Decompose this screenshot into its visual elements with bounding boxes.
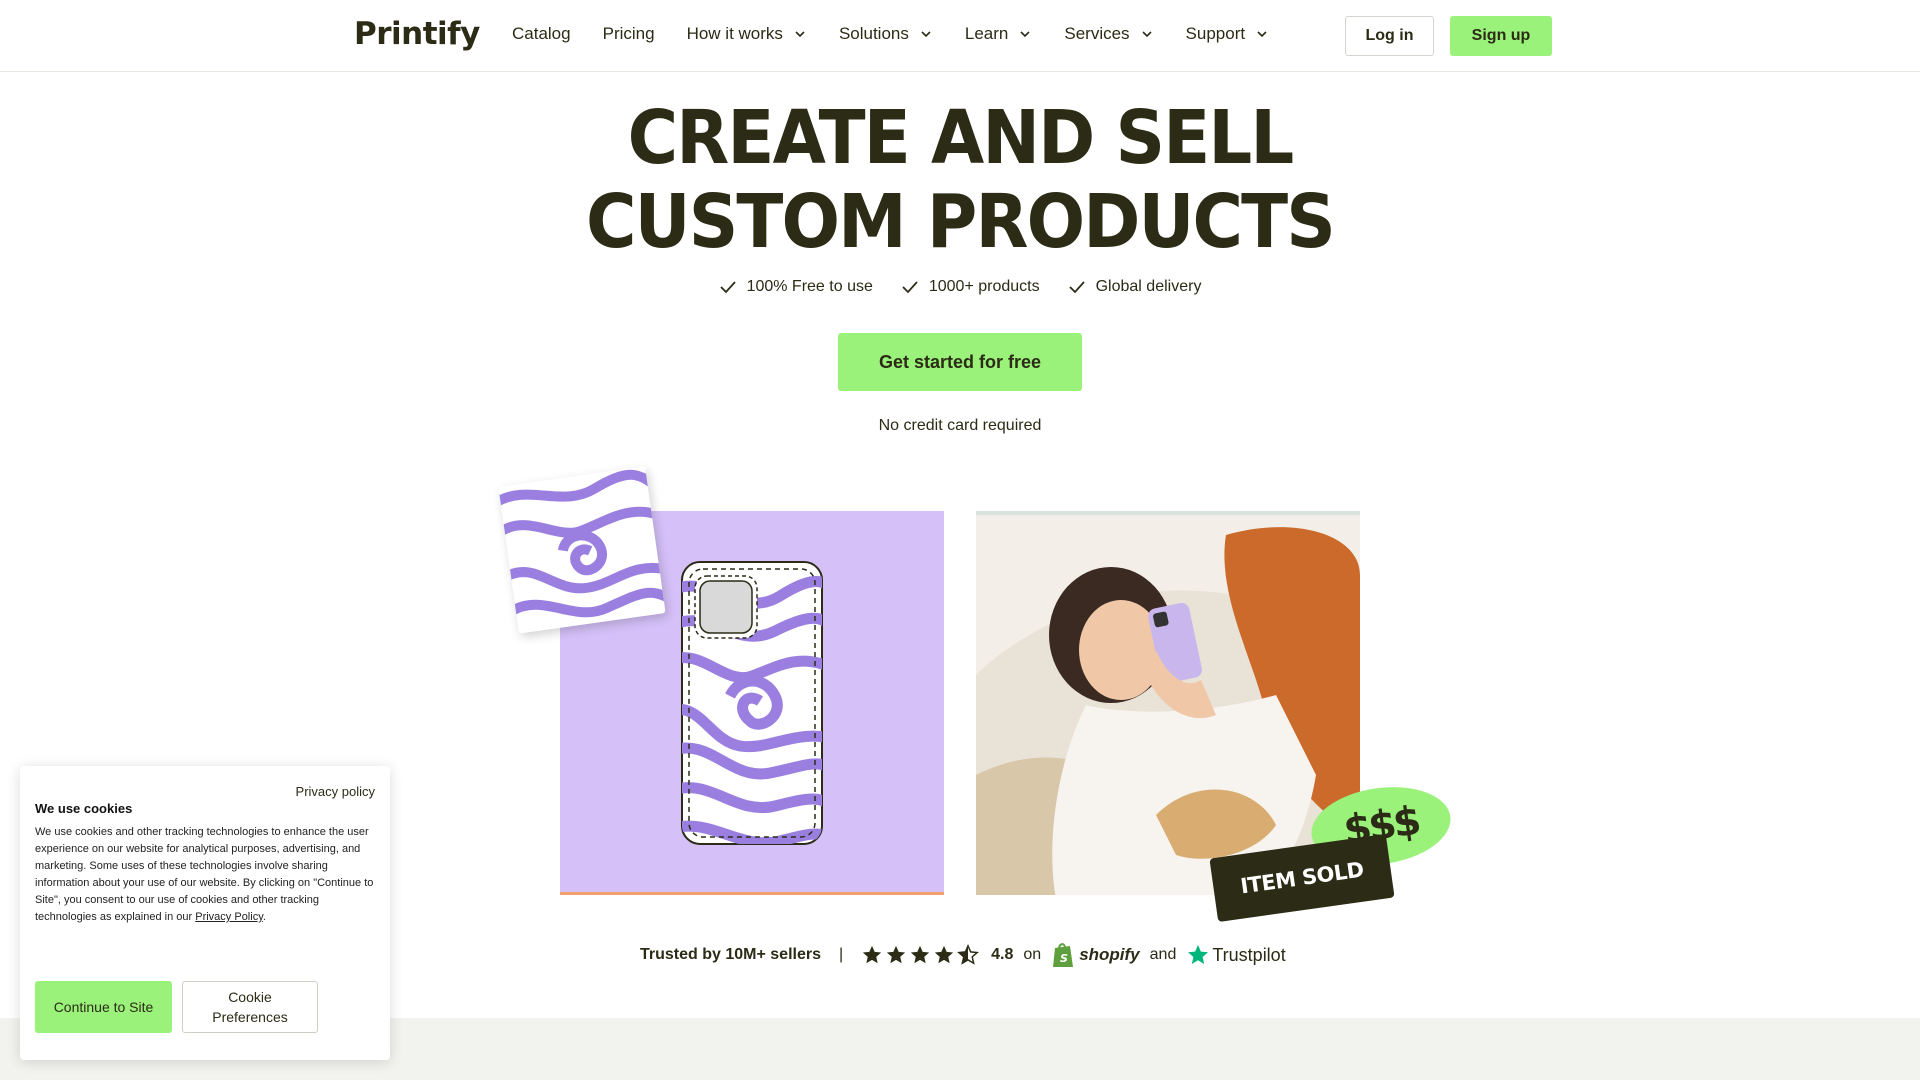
trusted-by-text: Trusted by 10M+ sellers (640, 946, 821, 963)
get-started-button[interactable]: Get started for free (838, 333, 1082, 391)
hero-title-line-1: CREATE AND SELL (627, 95, 1295, 181)
rating-stars (861, 944, 981, 966)
swirl-pattern (498, 466, 666, 634)
star-icon (862, 945, 882, 964)
chevron-down-icon (795, 31, 805, 38)
nav-label: Support (1185, 24, 1246, 43)
check-icon (902, 281, 918, 294)
printify-logo[interactable]: Printify (354, 16, 480, 52)
cookie-preferences-button[interactable]: Cookie Preferences (182, 981, 318, 1033)
star-half-icon (957, 944, 980, 965)
star-icon (934, 945, 954, 964)
rating-value: 4.8 (991, 946, 1014, 963)
feature-label: Global delivery (1095, 278, 1202, 295)
feature-label: 100% Free to use (746, 278, 873, 295)
star-icon (886, 945, 906, 964)
main-nav: Catalog Pricing How it works Solutions L… (512, 24, 1301, 44)
nav-catalog[interactable]: Catalog (512, 24, 571, 44)
hero-title: CREATE AND SELL CUSTOM PRODUCTS (67, 96, 1853, 264)
feature-list: 100% Free to use 1000+ products Global d… (0, 278, 1920, 296)
nav-services[interactable]: Services (1064, 24, 1153, 44)
prefs-label-line-2: Preferences (212, 1009, 288, 1025)
nav-learn[interactable]: Learn (965, 24, 1032, 44)
nav-pricing[interactable]: Pricing (603, 24, 655, 44)
continue-to-site-button[interactable]: Continue to Site (35, 981, 172, 1033)
svg-text:S: S (1060, 952, 1068, 965)
design-sticker (498, 466, 666, 634)
nav-label: How it works (686, 24, 783, 43)
and-text: and (1149, 946, 1177, 963)
nav-solutions[interactable]: Solutions (839, 24, 933, 44)
chevron-down-icon (1141, 31, 1152, 38)
cookie-body: We use cookies and other tracking techno… (35, 824, 375, 926)
prefs-label-line-1: Cookie (228, 989, 272, 1005)
shopify-label: shopify (1079, 945, 1140, 964)
check-icon (719, 281, 736, 294)
nav-label: Services (1064, 24, 1130, 43)
chevron-down-icon (921, 31, 931, 38)
signup-button[interactable]: Sign up (1450, 16, 1552, 56)
woman-with-phone-image (976, 515, 1360, 895)
trust-bar: Trusted by 10M+ sellers | 4.8 on S shopi… (640, 940, 1286, 970)
privacy-policy-link[interactable]: Privacy policy (296, 784, 375, 799)
trustpilot-star-icon (1188, 945, 1209, 964)
chevron-down-icon (1020, 31, 1030, 38)
rating-on-text: on (1023, 946, 1042, 963)
cookie-title: We use cookies (35, 801, 133, 816)
nav-label: Solutions (838, 24, 909, 43)
check-icon (1068, 281, 1085, 294)
login-button[interactable]: Log in (1345, 16, 1434, 56)
cookie-body-text: We use cookies and other tracking techno… (35, 826, 374, 923)
feature-item: Global delivery (1068, 278, 1202, 296)
nav-label: Catalog (512, 24, 571, 43)
hero-title-line-2: CUSTOM PRODUCTS (586, 179, 1336, 265)
trustpilot-label: Trustpilot (1212, 944, 1286, 965)
star-icon (910, 945, 930, 964)
shopify-bag-icon: S (1053, 943, 1074, 967)
period: . (262, 911, 266, 923)
shopify-logo: S shopify (1051, 941, 1140, 969)
cookie-privacy-policy-link[interactable]: Privacy Policy (195, 911, 263, 923)
nav-how-it-works[interactable]: How it works (687, 24, 807, 44)
site-header: Printify Catalog Pricing How it works So… (0, 0, 1920, 72)
seller-photo (976, 511, 1360, 895)
no-credit-card-note: No credit card required (878, 417, 1042, 434)
nav-label: Pricing (602, 24, 655, 43)
feature-item: 100% Free to use (719, 278, 873, 296)
nav-label: Learn (964, 24, 1009, 43)
trust-separator: | (838, 946, 844, 963)
feature-label: 1000+ products (928, 278, 1040, 295)
prefs-label: Cookie Preferences (212, 987, 287, 1027)
trustpilot-logo: Trustpilot (1186, 943, 1286, 967)
nav-support[interactable]: Support (1186, 24, 1270, 44)
feature-item: 1000+ products (901, 278, 1040, 296)
cookie-banner: Privacy policy We use cookies We use coo… (20, 766, 390, 1060)
chevron-down-icon (1257, 31, 1267, 38)
